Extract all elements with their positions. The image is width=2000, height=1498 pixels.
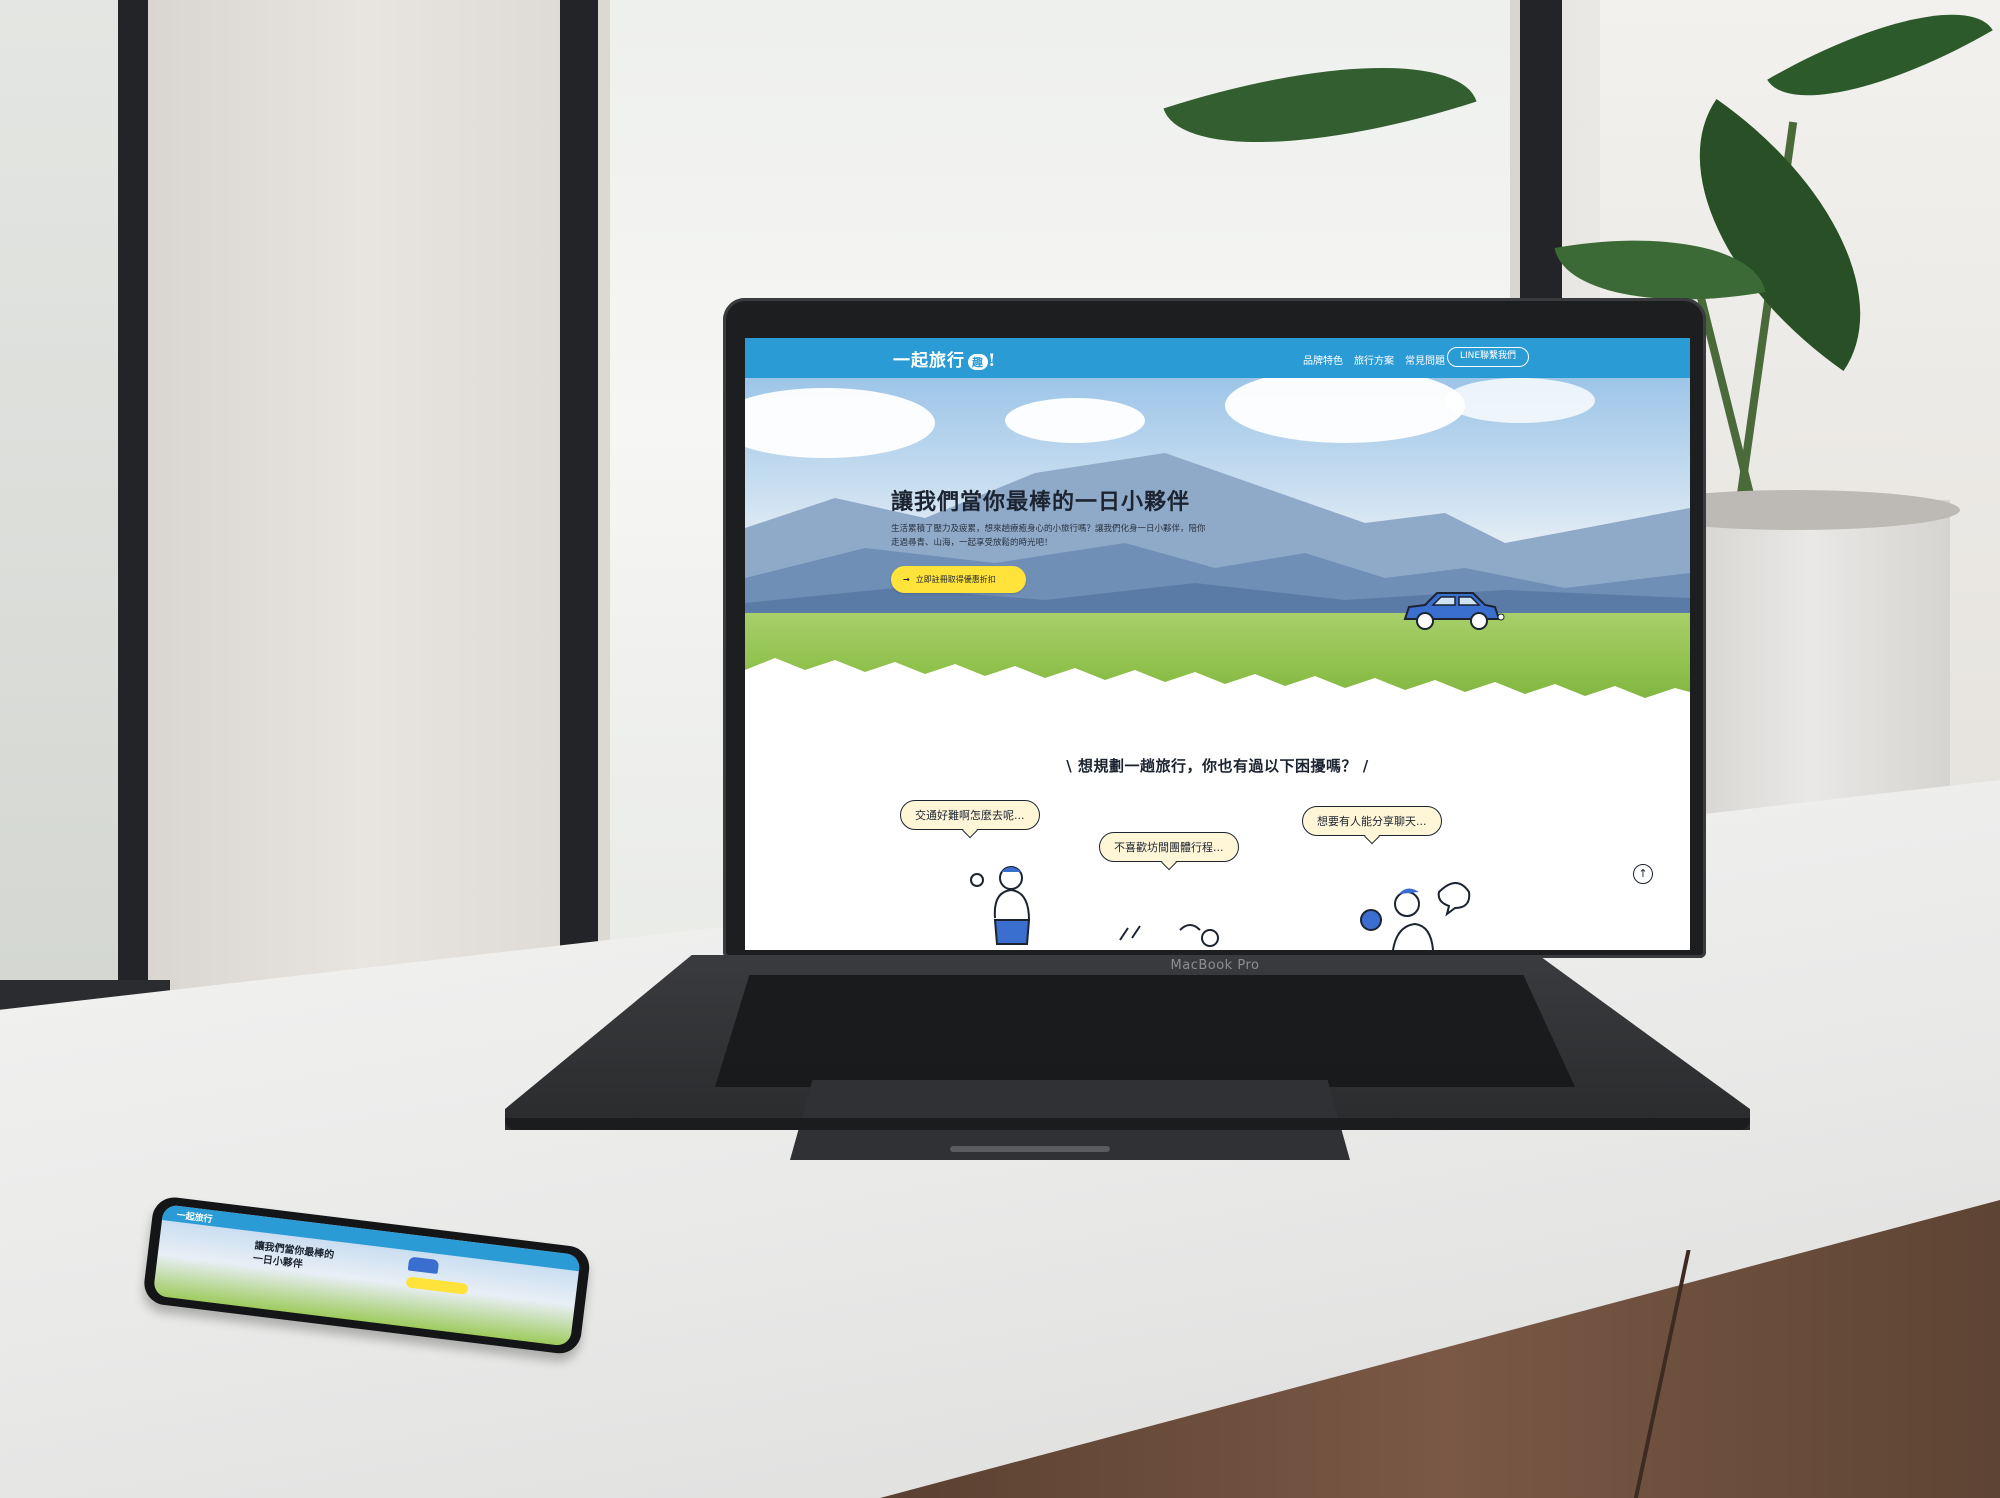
- slash-right-icon: /: [1357, 757, 1369, 775]
- window-frame: [118, 0, 148, 1010]
- laptop-base-edge: [505, 1118, 1750, 1130]
- phone-logo: 一起旅行: [176, 1210, 213, 1226]
- site-header: 一起旅行趣! 品牌特色 旅行方案 常見問題 LINE聯繫我們: [745, 338, 1690, 378]
- logo-suffix: !: [988, 351, 997, 371]
- register-discount-label: 立即註冊取得優惠折扣: [915, 575, 996, 584]
- nav-item-plans[interactable]: 旅行方案: [1354, 352, 1394, 367]
- slash-left-icon: \: [1066, 757, 1078, 775]
- car-illustration: [1403, 592, 1505, 630]
- chatting-people-illustration: [1360, 882, 1471, 950]
- line-contact-button[interactable]: LINE聯繫我們: [1447, 347, 1529, 367]
- hero-section: 讓我們當你最棒的一日小夥伴 生活累積了壓力及疲累，想來趟療癒身心的小旅行嗎？讓我…: [745, 378, 1690, 718]
- zigzag-divider: [745, 658, 1690, 718]
- window-frame: [560, 0, 598, 950]
- site-logo[interactable]: 一起旅行趣!: [893, 346, 996, 371]
- speech-bubble: 想要有人能分享聊天...: [1302, 806, 1442, 836]
- nav-item-brand[interactable]: 品牌特色: [1303, 352, 1343, 367]
- register-discount-button[interactable]: → 立即註冊取得優惠折扣: [891, 566, 1026, 593]
- phone-car-icon: [407, 1256, 440, 1275]
- arrow-right-icon: →: [903, 575, 910, 584]
- nav-item-faq[interactable]: 常見問題: [1405, 352, 1445, 367]
- laptop-screen: 一起旅行趣! 品牌特色 旅行方案 常見問題 LINE聯繫我們 讓我們當你最棒的一…: [745, 338, 1690, 950]
- logo-text: 一起旅行: [893, 351, 965, 371]
- speech-bubble: 不喜歡坊間團體行程...: [1099, 832, 1239, 862]
- scroll-top-button[interactable]: ↑: [1633, 864, 1653, 884]
- laptop-brand-label: MacBook Pro: [1170, 958, 1260, 973]
- speech-bubble: 交通好難啊怎麼去呢...: [900, 800, 1040, 830]
- section-title-text: 想規劃一趟旅行，你也有過以下困擾嗎？: [1077, 757, 1357, 775]
- laptop-keyboard: [715, 975, 1575, 1087]
- phone-cta-button: [405, 1276, 469, 1295]
- arrow-up-icon: ↑: [1638, 867, 1648, 880]
- window-pane: [0, 0, 125, 985]
- person-illustration: [970, 866, 1031, 945]
- hero-title: 讓我們當你最棒的一日小夥伴: [891, 490, 1191, 515]
- section-title: \ 想規劃一趟旅行，你也有過以下困擾嗎？ /: [745, 755, 1690, 776]
- laptop-notch: [950, 1146, 1110, 1152]
- logo-badge: 趣: [968, 353, 988, 370]
- hero-description: 生活累積了壓力及疲累，想來趟療癒身心的小旅行嗎？讓我們化身一日小夥伴，陪你走過尋…: [891, 524, 1206, 548]
- phone-hero-title: 讓我們當你最棒的 一日小夥伴: [252, 1240, 335, 1276]
- group-illustration: [1119, 924, 1219, 947]
